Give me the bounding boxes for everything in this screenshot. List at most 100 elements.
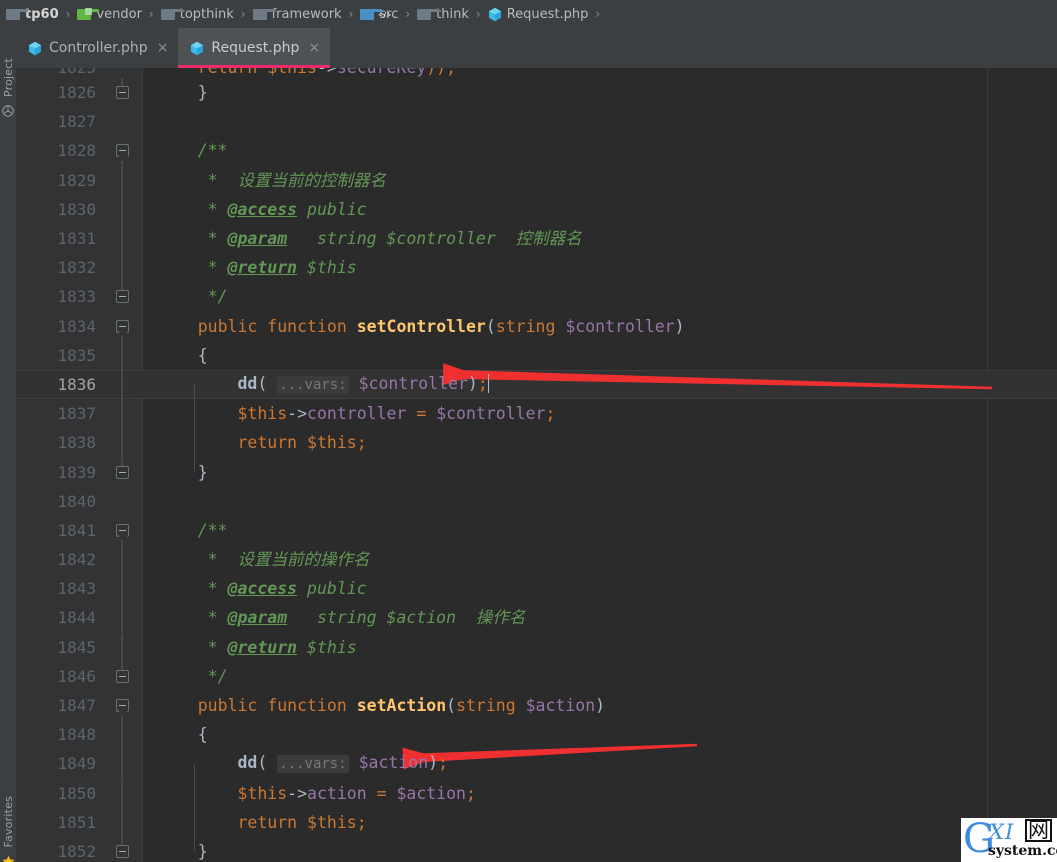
code-line[interactable]: 1841 /** xyxy=(16,516,1057,545)
breadcrumb-item-think[interactable]: think xyxy=(417,7,469,22)
code-line[interactable]: 1850 $this->action = $action; xyxy=(16,778,1057,808)
code-text[interactable]: } xyxy=(142,78,1057,107)
code-line[interactable]: 1834 public function setController(strin… xyxy=(16,312,1057,341)
code-line[interactable]: 1835 { xyxy=(16,340,1057,370)
tool-window-project[interactable]: Project xyxy=(0,58,16,121)
code-text[interactable]: return $this; xyxy=(142,428,1057,457)
code-token: -> xyxy=(317,68,337,77)
breadcrumb-item-framework[interactable]: framework xyxy=(252,7,342,22)
code-line[interactable]: 1840 xyxy=(16,487,1057,516)
code-token: $controller xyxy=(358,373,468,393)
code-line[interactable]: 1828 /** xyxy=(16,136,1057,166)
fold-expand-icon[interactable] xyxy=(115,465,129,479)
breadcrumb-item-topthink[interactable]: topthink xyxy=(160,7,234,22)
fold-gutter-cell[interactable] xyxy=(102,282,142,311)
code-text[interactable]: { xyxy=(142,341,1057,370)
code-text[interactable]: /** xyxy=(142,516,1057,545)
code-line[interactable]: 1825 return $this->secureKey)); xyxy=(16,68,1057,78)
line-number: 1835 xyxy=(57,345,96,365)
fold-expand-icon[interactable] xyxy=(115,844,129,858)
code-text[interactable]: */ xyxy=(142,282,1057,311)
fold-gutter-cell[interactable] xyxy=(102,516,142,545)
fold-gutter-cell[interactable] xyxy=(102,312,142,341)
code-text[interactable]: $this->controller = $controller; xyxy=(142,399,1057,428)
fold-gutter-cell[interactable] xyxy=(102,691,142,721)
line-number: 1852 xyxy=(57,841,96,861)
code-text[interactable]: * 设置当前的控制器名 xyxy=(142,166,1057,195)
editor-tab-request-php[interactable]: Request.php × xyxy=(178,28,331,68)
code-text[interactable]: $this->action = $action; xyxy=(142,779,1057,808)
code-line[interactable]: 1838 return $this; xyxy=(16,428,1057,458)
code-text[interactable]: * @param string $action 操作名 xyxy=(142,603,1057,632)
fold-collapse-icon[interactable] xyxy=(115,144,129,158)
code-line[interactable]: 1847 public function setAction(string $a… xyxy=(16,691,1057,721)
fold-expand-icon[interactable] xyxy=(115,669,129,683)
code-token: { xyxy=(158,725,208,745)
code-line[interactable]: 1839 } xyxy=(16,457,1057,486)
code-line[interactable]: 1836 dd( ...vars: $controller); xyxy=(16,369,1057,400)
fold-collapse-icon[interactable] xyxy=(115,523,129,537)
code-line[interactable]: 1848 { xyxy=(16,720,1057,750)
code-line[interactable]: 1849 dd( ...vars: $action); xyxy=(16,748,1057,779)
fold-gutter-cell[interactable] xyxy=(102,136,142,166)
breadcrumb-separator-icon: › xyxy=(348,7,354,21)
code-token: */ xyxy=(158,666,228,686)
code-line[interactable]: 1827 xyxy=(16,107,1057,136)
code-text[interactable]: * @return $this xyxy=(142,253,1057,282)
code-text[interactable]: dd( ...vars: $action); xyxy=(142,748,1057,779)
code-text[interactable]: return $this; xyxy=(142,808,1057,837)
breadcrumb-item-vendor[interactable]: vendor xyxy=(77,7,142,22)
fold-expand-icon[interactable] xyxy=(115,86,129,100)
code-text[interactable]: */ xyxy=(142,662,1057,691)
breadcrumb-separator-icon: › xyxy=(595,7,601,21)
code-line[interactable]: 1845 * @return $this xyxy=(16,632,1057,662)
fold-collapse-icon[interactable] xyxy=(115,319,129,333)
code-line[interactable]: 1842 * 设置当前的操作名 xyxy=(16,545,1057,575)
fold-gutter-cell[interactable] xyxy=(102,457,142,487)
breadcrumb-item-request-php[interactable]: Request.php xyxy=(488,7,588,22)
fold-collapse-icon[interactable] xyxy=(115,699,129,713)
code-editor[interactable]: 1825 return $this->secureKey));1826 }182… xyxy=(16,68,1057,862)
editor-tab-controller-php[interactable]: Controller.php × xyxy=(16,28,178,68)
code-text[interactable]: * @return $this xyxy=(142,633,1057,662)
code-token: * xyxy=(158,637,228,657)
code-text[interactable]: public function setAction(string $action… xyxy=(142,691,1057,720)
code-token: @return xyxy=(227,637,298,657)
code-text[interactable]: /** xyxy=(142,136,1057,165)
fold-region-line xyxy=(121,194,123,224)
code-line[interactable]: 1833 */ xyxy=(16,282,1057,311)
tool-window-favorites[interactable]: Favorites xyxy=(0,796,16,862)
code-text[interactable]: * @access public xyxy=(142,195,1057,224)
code-text[interactable]: public function setController(string $co… xyxy=(142,312,1057,341)
fold-gutter-cell[interactable] xyxy=(102,836,142,862)
code-line[interactable]: 1852 } xyxy=(16,836,1057,862)
breadcrumb-item-src[interactable]: </> src xyxy=(360,7,398,22)
code-text[interactable]: return $this->secureKey)); xyxy=(142,68,1057,78)
code-text[interactable]: { xyxy=(142,720,1057,749)
code-line[interactable]: 1829 * 设置当前的控制器名 xyxy=(16,165,1057,195)
code-text[interactable]: * @access public xyxy=(142,574,1057,603)
code-lines[interactable]: 1825 return $this->secureKey));1826 }182… xyxy=(16,68,1057,862)
close-icon[interactable]: × xyxy=(155,41,169,55)
close-icon[interactable]: × xyxy=(306,41,320,55)
code-token: $action xyxy=(396,783,466,803)
fold-expand-icon[interactable] xyxy=(115,290,129,304)
code-text[interactable]: } xyxy=(142,458,1057,487)
code-text[interactable]: } xyxy=(142,837,1057,862)
code-line[interactable]: 1826 } xyxy=(16,78,1057,107)
breadcrumb-item-tp60[interactable]: tp60 xyxy=(6,7,59,22)
code-line[interactable]: 1830 * @access public xyxy=(16,194,1057,224)
code-text[interactable]: * @param string $controller 控制器名 xyxy=(142,224,1057,253)
code-text[interactable]: dd( ...vars: $controller); xyxy=(142,369,1057,400)
fold-gutter-cell[interactable] xyxy=(102,78,142,107)
code-line[interactable]: 1837 $this->controller = $controller; xyxy=(16,399,1057,429)
code-line[interactable]: 1846 */ xyxy=(16,661,1057,691)
code-line[interactable]: 1851 return $this; xyxy=(16,807,1057,837)
code-line[interactable]: 1843 * @access public xyxy=(16,574,1057,604)
fold-gutter-cell[interactable] xyxy=(102,661,142,691)
code-line[interactable]: 1832 * @return $this xyxy=(16,253,1057,283)
code-text[interactable]: * 设置当前的操作名 xyxy=(142,545,1057,574)
code-line[interactable]: 1844 * @param string $action 操作名 xyxy=(16,603,1057,633)
code-line[interactable]: 1831 * @param string $controller 控制器名 xyxy=(16,224,1057,254)
